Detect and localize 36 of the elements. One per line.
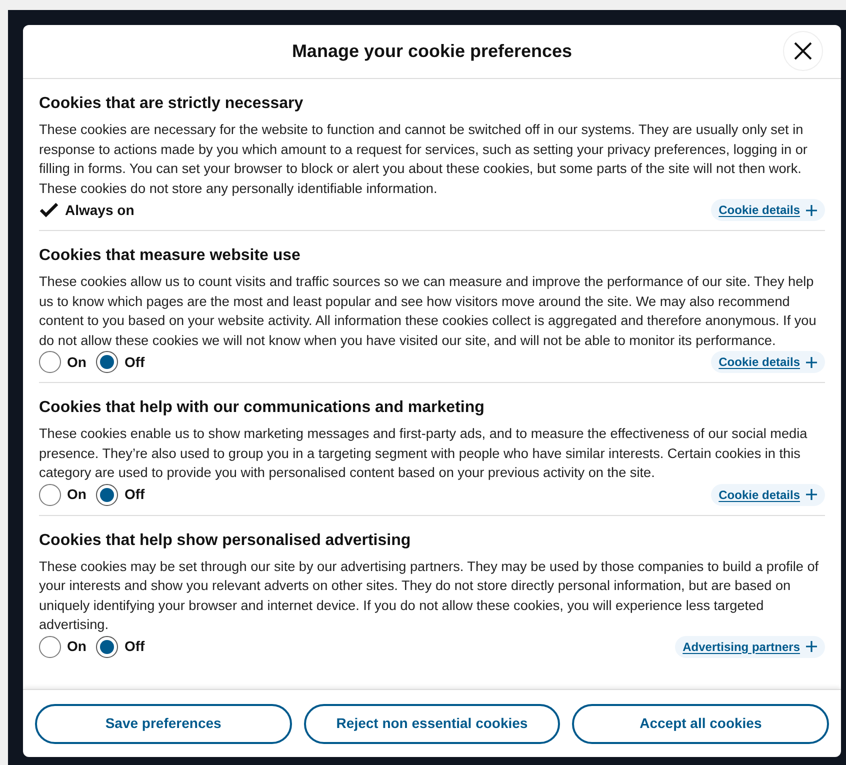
footer-button[interactable]: Save preferences: [35, 704, 292, 744]
radio-button[interactable]: [96, 351, 118, 373]
radio-button[interactable]: [39, 636, 61, 658]
section-description: These cookies may be set through our site by our advertising partners. They may be used by those companies to build a profile of your interests and show you relevant adverts on other sites. They do not store directly personal information, but are based on uniquely identifying your browser and internet device. If you do not allow these cookies, you will experience less targeted advertising.: [39, 558, 820, 634]
plus-icon: [806, 641, 817, 652]
radio-option[interactable]: Off: [96, 636, 145, 658]
close-button[interactable]: [783, 31, 823, 71]
section-heading: Cookies that help with our communications and marketing: [39, 398, 486, 418]
radio-option[interactable]: On: [39, 351, 86, 373]
radio-button[interactable]: [96, 484, 118, 506]
radio-button[interactable]: [96, 636, 118, 658]
radio-option[interactable]: On: [39, 484, 86, 506]
plus-icon: [806, 204, 817, 216]
checkmark-icon: [39, 202, 59, 218]
radio-option[interactable]: Off: [96, 351, 145, 373]
details-link[interactable]: Cookie details: [710, 199, 825, 221]
plus-icon: [806, 356, 817, 368]
radio-option[interactable]: On: [39, 636, 86, 658]
section-heading: Cookies that help show personalised advertising: [39, 530, 412, 550]
section-description: These cookies are necessary for the website to function and cannot be switched off in our systems. They are usually only set in response to actions made by you which amount to a request for services, such as setting your privacy preferences, logging in or filling in forms. You can set your browser to block or alert you about these cookies, but some parts of the site will not then work. These cookies do not store any personally identifiable information.: [39, 121, 808, 198]
footer-button[interactable]: Reject non essential cookies: [304, 704, 560, 744]
details-link[interactable]: Advertising partners: [674, 636, 825, 658]
footer-button[interactable]: Accept all cookies: [572, 704, 830, 744]
details-link[interactable]: Cookie details: [710, 351, 825, 373]
radio-button[interactable]: [39, 484, 61, 506]
section-description: These cookies allow us to count visits and traffic sources so we can measure and improve the performance of our site. They help us to know which pages are the most and least popular and see how visitors move around the site. We may also recommend content to you based on your website activity. All information these cookies collect is aggregated and therefore anonymous. If you do not allow these cookies we will not know when you have visited our site, and will not be able to monitor its performance.: [39, 273, 818, 350]
section-heading: Cookies that measure website use: [39, 246, 302, 266]
section-heading: Cookies that are strictly necessary: [39, 94, 304, 114]
plus-icon: [806, 489, 817, 500]
close-icon: [794, 42, 812, 60]
section-description: These cookies enable us to show marketing messages and first-party ads, and to measure the effectiveness of our social media presence. They’re also used to group you in a targeting segment with people who have similar interests. Certain cookies in this category are used to provide you with personalised content based on your previous activity on the site.: [39, 425, 808, 482]
dialog-title: Manage your cookie preferences: [292, 40, 572, 63]
radio-button[interactable]: [39, 351, 61, 373]
details-link[interactable]: Cookie details: [710, 484, 825, 506]
radio-option[interactable]: Off: [96, 484, 145, 506]
always-on-label: Always on: [65, 200, 134, 220]
